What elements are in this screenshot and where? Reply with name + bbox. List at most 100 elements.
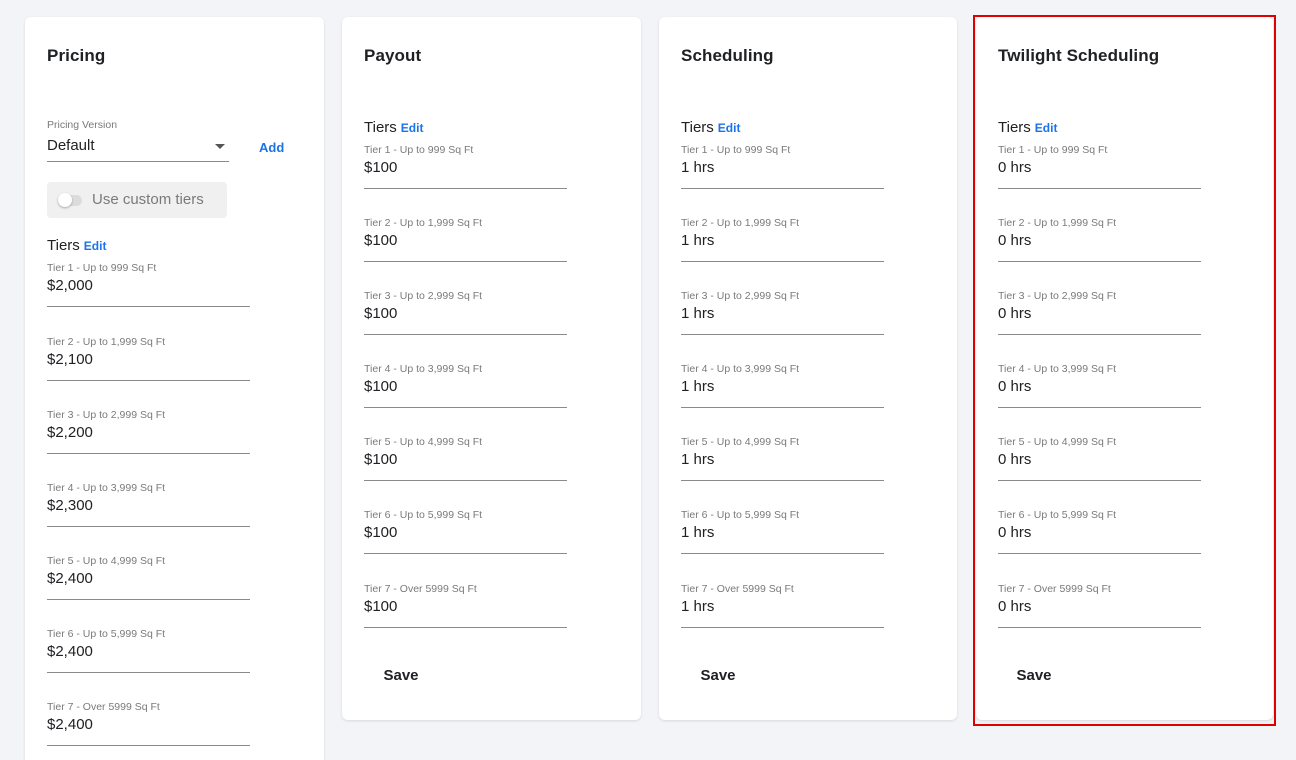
tier-value: $100 <box>364 159 398 176</box>
tier-label: Tier 2 - Up to 1,999 Sq Ft <box>681 217 800 229</box>
tier-label: Tier 4 - Up to 3,999 Sq Ft <box>364 363 483 375</box>
twilight-tier-2-field[interactable]: Tier 2 - Up to 1,999 Sq Ft 0 hrs <box>998 217 1201 262</box>
twilight-tier-7-field[interactable]: Tier 7 - Over 5999 Sq Ft 0 hrs <box>998 583 1201 628</box>
tier-value: $2,200 <box>47 424 93 441</box>
tier-value: $100 <box>364 305 398 322</box>
pricing-tier-1-field[interactable]: Tier 1 - Up to 999 Sq Ft $2,000 <box>47 262 250 307</box>
scheduling-tier-6-field[interactable]: Tier 6 - Up to 5,999 Sq Ft 1 hrs <box>681 509 884 554</box>
tier-value: 1 hrs <box>681 378 715 395</box>
tiers-heading-text: Tiers <box>47 237 80 254</box>
scheduling-tier-3-field[interactable]: Tier 3 - Up to 2,999 Sq Ft 1 hrs <box>681 290 884 335</box>
tier-label: Tier 2 - Up to 1,999 Sq Ft <box>364 217 483 229</box>
twilight-tier-4-field[interactable]: Tier 4 - Up to 3,999 Sq Ft 0 hrs <box>998 363 1201 408</box>
twilight-scheduling-card: Twilight Scheduling Tiers Edit Tier 1 - U… <box>976 17 1273 720</box>
tiers-heading-text: Tiers <box>681 119 714 136</box>
pricing-tier-2-field[interactable]: Tier 2 - Up to 1,999 Sq Ft $2,100 <box>47 336 250 381</box>
tier-value: $2,300 <box>47 497 93 514</box>
tier-label: Tier 4 - Up to 3,999 Sq Ft <box>998 363 1117 375</box>
tier-label: Tier 6 - Up to 5,999 Sq Ft <box>681 509 800 521</box>
payout-tier-3-field[interactable]: Tier 3 - Up to 2,999 Sq Ft $100 <box>364 290 567 335</box>
scheduling-tier-4-field[interactable]: Tier 4 - Up to 3,999 Sq Ft 1 hrs <box>681 363 884 408</box>
pricing-tier-7-field[interactable]: Tier 7 - Over 5999 Sq Ft $2,400 <box>47 701 250 746</box>
tier-label: Tier 2 - Up to 1,999 Sq Ft <box>47 336 166 348</box>
scheduling-title: Scheduling <box>681 46 774 65</box>
tier-label: Tier 6 - Up to 5,999 Sq Ft <box>364 509 483 521</box>
tier-value: $2,400 <box>47 570 93 587</box>
payout-tier-4-field[interactable]: Tier 4 - Up to 3,999 Sq Ft $100 <box>364 363 567 408</box>
tier-value: 0 hrs <box>998 159 1032 176</box>
tiers-heading-text: Tiers <box>998 119 1031 136</box>
tier-value: $2,400 <box>47 716 93 733</box>
tier-value: $100 <box>364 598 398 615</box>
payout-save-button[interactable]: Save <box>363 658 439 694</box>
payout-tier-5-field[interactable]: Tier 5 - Up to 4,999 Sq Ft $100 <box>364 436 567 481</box>
tier-value: 1 hrs <box>681 598 715 615</box>
payout-tiers-heading: Tiers Edit <box>364 119 423 136</box>
add-pricing-version-link[interactable]: Add <box>259 140 284 155</box>
payout-tier-2-field[interactable]: Tier 2 - Up to 1,999 Sq Ft $100 <box>364 217 567 262</box>
tier-value: 0 hrs <box>998 378 1032 395</box>
tier-label: Tier 2 - Up to 1,999 Sq Ft <box>998 217 1117 229</box>
twilight-tier-6-field[interactable]: Tier 6 - Up to 5,999 Sq Ft 0 hrs <box>998 509 1201 554</box>
tier-value: 0 hrs <box>998 524 1032 541</box>
tier-label: Tier 7 - Over 5999 Sq Ft <box>47 701 160 713</box>
pricing-version-select[interactable]: Default <box>47 134 229 162</box>
tier-label: Tier 7 - Over 5999 Sq Ft <box>998 583 1111 595</box>
tier-value: 0 hrs <box>998 305 1032 322</box>
scheduling-tier-7-field[interactable]: Tier 7 - Over 5999 Sq Ft 1 hrs <box>681 583 884 628</box>
pricing-tier-3-field[interactable]: Tier 3 - Up to 2,999 Sq Ft $2,200 <box>47 409 250 454</box>
scheduling-edit-tiers-link[interactable]: Edit <box>718 121 741 135</box>
settings-page: Pricing Pricing Version Default Add Use … <box>0 0 1296 760</box>
scheduling-tier-2-field[interactable]: Tier 2 - Up to 1,999 Sq Ft 1 hrs <box>681 217 884 262</box>
pricing-title: Pricing <box>47 46 106 65</box>
twilight-tiers-heading: Tiers Edit <box>998 119 1057 136</box>
pricing-tier-4-field[interactable]: Tier 4 - Up to 3,999 Sq Ft $2,300 <box>47 482 250 527</box>
payout-tier-6-field[interactable]: Tier 6 - Up to 5,999 Sq Ft $100 <box>364 509 567 554</box>
pricing-version-value: Default <box>47 137 95 154</box>
payout-card: Payout Tiers Edit Tier 1 - Up to 999 Sq F… <box>342 17 641 720</box>
tier-label: Tier 1 - Up to 999 Sq Ft <box>681 144 791 156</box>
scheduling-save-button[interactable]: Save <box>680 658 756 694</box>
twilight-tier-1-field[interactable]: Tier 1 - Up to 999 Sq Ft 0 hrs <box>998 144 1201 189</box>
scheduling-tiers-heading: Tiers Edit <box>681 119 740 136</box>
payout-edit-tiers-link[interactable]: Edit <box>401 121 424 135</box>
twilight-tier-3-field[interactable]: Tier 3 - Up to 2,999 Sq Ft 0 hrs <box>998 290 1201 335</box>
tiers-heading-text: Tiers <box>364 119 397 136</box>
scheduling-card: Scheduling Tiers Edit Tier 1 - Up to 999 … <box>659 17 957 720</box>
pricing-tier-5-field[interactable]: Tier 5 - Up to 4,999 Sq Ft $2,400 <box>47 555 250 600</box>
pricing-edit-tiers-link[interactable]: Edit <box>84 239 107 253</box>
tier-value: $2,400 <box>47 643 93 660</box>
tier-value: $2,100 <box>47 351 93 368</box>
scheduling-tier-5-field[interactable]: Tier 5 - Up to 4,999 Sq Ft 1 hrs <box>681 436 884 481</box>
payout-title: Payout <box>364 46 422 65</box>
tier-label: Tier 3 - Up to 2,999 Sq Ft <box>681 290 800 302</box>
tier-label: Tier 4 - Up to 3,999 Sq Ft <box>681 363 800 375</box>
tier-label: Tier 4 - Up to 3,999 Sq Ft <box>47 482 166 494</box>
tier-label: Tier 3 - Up to 2,999 Sq Ft <box>47 409 166 421</box>
tier-label: Tier 1 - Up to 999 Sq Ft <box>364 144 474 156</box>
tier-value: 1 hrs <box>681 232 715 249</box>
tier-label: Tier 7 - Over 5999 Sq Ft <box>364 583 477 595</box>
twilight-tier-5-field[interactable]: Tier 5 - Up to 4,999 Sq Ft 0 hrs <box>998 436 1201 481</box>
tier-label: Tier 1 - Up to 999 Sq Ft <box>47 262 157 274</box>
twilight-save-button[interactable]: Save <box>996 658 1072 694</box>
pricing-card: Pricing Pricing Version Default Add Use … <box>25 17 324 760</box>
tier-value: $2,000 <box>47 277 93 294</box>
caret-down-icon <box>215 144 225 149</box>
tier-label: Tier 6 - Up to 5,999 Sq Ft <box>998 509 1117 521</box>
use-custom-tiers-toggle[interactable]: Use custom tiers <box>47 182 227 218</box>
tier-label: Tier 5 - Up to 4,999 Sq Ft <box>681 436 800 448</box>
pricing-version-label: Pricing Version <box>47 119 118 131</box>
payout-tier-1-field[interactable]: Tier 1 - Up to 999 Sq Ft $100 <box>364 144 567 189</box>
tier-value: 1 hrs <box>681 305 715 322</box>
pricing-tier-6-field[interactable]: Tier 6 - Up to 5,999 Sq Ft $2,400 <box>47 628 250 673</box>
twilight-edit-tiers-link[interactable]: Edit <box>1035 121 1058 135</box>
tier-label: Tier 1 - Up to 999 Sq Ft <box>998 144 1108 156</box>
tier-label: Tier 5 - Up to 4,999 Sq Ft <box>364 436 483 448</box>
payout-tier-7-field[interactable]: Tier 7 - Over 5999 Sq Ft $100 <box>364 583 567 628</box>
tier-label: Tier 6 - Up to 5,999 Sq Ft <box>47 628 166 640</box>
tier-value: 1 hrs <box>681 524 715 541</box>
scheduling-tier-1-field[interactable]: Tier 1 - Up to 999 Sq Ft 1 hrs <box>681 144 884 189</box>
tier-label: Tier 7 - Over 5999 Sq Ft <box>681 583 794 595</box>
tier-value: $100 <box>364 451 398 468</box>
